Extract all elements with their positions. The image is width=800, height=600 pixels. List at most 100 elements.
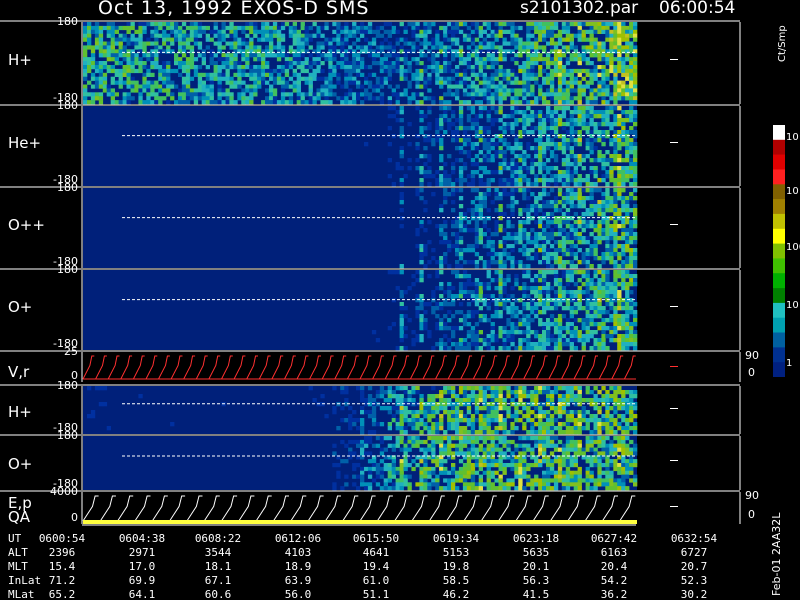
heatmap-cell	[166, 84, 171, 89]
heatmap-cell	[324, 53, 329, 58]
heatmap-cell	[181, 80, 187, 85]
heatmap-cell	[249, 53, 254, 58]
heatmap-cell	[506, 126, 511, 131]
heatmap-cell	[498, 22, 503, 27]
heatmap-cell	[522, 80, 527, 85]
heatmap-cell	[601, 204, 606, 209]
heatmap-cell	[585, 256, 590, 261]
heatmap-cell	[490, 248, 495, 253]
heatmap-cell	[411, 414, 416, 419]
heatmap-cell	[478, 426, 483, 431]
heatmap-cell	[510, 338, 515, 343]
heatmap-cell	[237, 80, 242, 85]
heatmap-cell	[573, 188, 578, 193]
heatmap-cell	[395, 439, 400, 445]
heatmap-cell	[542, 274, 547, 279]
heatmap-cell	[609, 406, 614, 411]
heatmap-cell	[522, 274, 527, 279]
heatmap-cell	[625, 45, 630, 50]
heatmap-cell	[364, 443, 369, 448]
heatmap-cell	[621, 200, 626, 205]
heatmap-cell	[549, 114, 555, 119]
heatmap-cell	[557, 342, 563, 347]
heatmap-cell	[538, 92, 543, 97]
heatmap-cell	[451, 76, 456, 81]
heatmap-cell	[249, 100, 254, 105]
heatmap-cell	[621, 346, 626, 351]
heatmap-cell	[617, 158, 622, 163]
heatmap-cell	[633, 150, 638, 155]
heatmap-cell	[233, 100, 238, 105]
heatmap-cell	[522, 68, 527, 74]
heatmap-cell	[557, 394, 563, 399]
heatmap-cell	[146, 84, 151, 89]
heatmap-cell	[395, 37, 400, 42]
heatmap-cell	[625, 154, 630, 159]
heatmap-cell	[466, 248, 472, 253]
heatmap-cell	[407, 410, 412, 415]
heatmap-cell	[573, 410, 578, 415]
heatmap-cell	[371, 57, 377, 62]
heatmap-cell	[193, 29, 199, 34]
heatmap-cell	[348, 439, 353, 445]
heatmap-cell	[395, 410, 400, 415]
heatmap-cell	[526, 80, 531, 85]
heatmap-cell	[609, 138, 614, 143]
heatmap-cell	[300, 37, 305, 42]
heatmap-cell	[371, 410, 377, 415]
heatmap-cell	[269, 88, 274, 93]
heatmap-cell	[498, 49, 503, 54]
heatmap-cell	[549, 244, 555, 249]
heatmap-cell	[561, 314, 567, 319]
heatmap-cell	[98, 29, 104, 34]
heatmap-cell	[451, 188, 456, 193]
heatmap-cell	[316, 65, 321, 70]
heatmap-cell	[494, 192, 499, 197]
heatmap-cell	[130, 53, 135, 58]
heatmap-cell	[451, 130, 456, 135]
heatmap-cell	[613, 150, 618, 155]
heatmap-cell	[577, 418, 582, 423]
heatmap-cell	[324, 57, 329, 62]
heatmap-cell	[383, 29, 388, 34]
heatmap-cell	[249, 92, 254, 97]
heatmap-cell	[613, 122, 618, 127]
heatmap-cell	[154, 53, 159, 58]
heatmap-cell	[534, 220, 539, 225]
heatmap-cell	[348, 49, 353, 54]
heatmap-cell	[621, 49, 626, 54]
heatmap-cell	[613, 252, 618, 257]
heatmap-cell	[609, 49, 614, 54]
heatmap-cell	[213, 61, 218, 66]
heatmap-cell	[549, 41, 555, 46]
heatmap-cell	[431, 430, 436, 435]
heatmap-cell	[605, 53, 610, 58]
heatmap-cell	[486, 76, 491, 81]
heatmap-cell	[633, 390, 638, 395]
heatmap-cell	[166, 65, 171, 70]
heatmap-cell	[502, 260, 507, 265]
heatmap-cell	[403, 426, 408, 431]
heatmap-cell	[229, 96, 234, 101]
heatmap-cell	[617, 252, 622, 257]
heatmap-cell	[542, 244, 547, 249]
heatmap-cell	[360, 398, 365, 403]
heatmap-cell	[534, 45, 539, 50]
heatmap-cell	[565, 118, 571, 123]
heatmap-cell	[625, 110, 630, 115]
heatmap-cell	[573, 178, 578, 183]
heatmap-cell	[399, 134, 404, 139]
heatmap-cell	[522, 338, 527, 343]
heatmap-cell	[613, 25, 618, 31]
heatmap-cell	[486, 244, 491, 249]
heatmap-cell	[407, 142, 412, 147]
heatmap-cell	[601, 110, 606, 115]
heatmap-cell	[557, 100, 563, 105]
heatmap-cell	[553, 216, 559, 221]
heatmap-cell	[601, 138, 606, 143]
heatmap-cell	[364, 25, 369, 31]
heatmap-cell	[443, 430, 448, 435]
heatmap-cell	[482, 282, 487, 287]
heatmap-cell	[486, 49, 491, 54]
heatmap-cell	[395, 100, 400, 105]
